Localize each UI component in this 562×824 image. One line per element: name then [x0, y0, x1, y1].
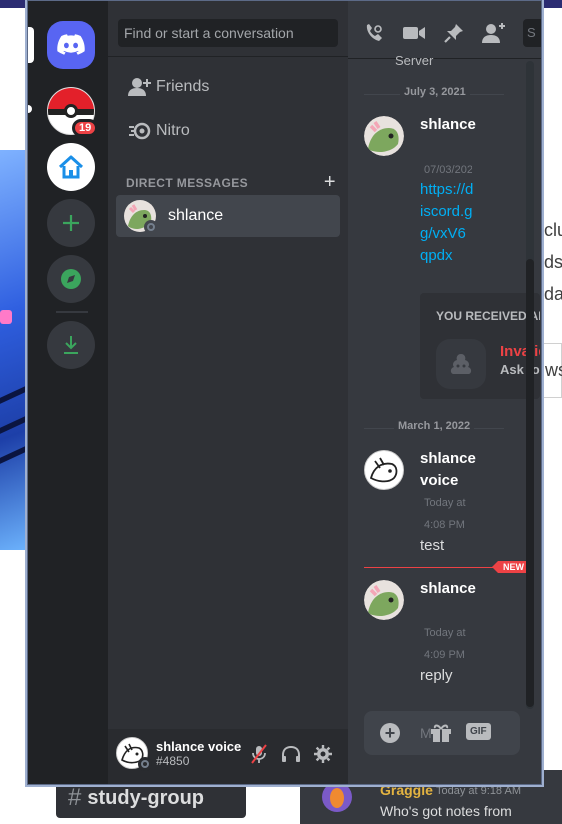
dm-sidebar: Find or start a conversation Friends Nit… [108, 1, 348, 784]
add-server-icon[interactable] [47, 199, 95, 247]
search-input[interactable]: S [523, 19, 541, 47]
mention-badge: 19 [72, 119, 99, 137]
server-list-separator [56, 311, 88, 313]
message-avatar[interactable] [364, 116, 404, 156]
house-icon[interactable] [47, 143, 95, 191]
message-author[interactable]: shlance voice [420, 448, 480, 492]
message-avatar[interactable] [364, 450, 404, 490]
date-divider: March 1, 2022 [364, 420, 504, 432]
status-offline-icon [138, 757, 152, 771]
message-text: Who's got notes from [380, 803, 512, 819]
chat-area: S Server July 3, 2021 shlance 07/03/2021… [348, 1, 541, 784]
message-composer[interactable]: + Message @shlance GIF [364, 711, 520, 755]
direct-messages-header: DIRECT MESSAGES + [126, 171, 336, 194]
discord-window: 19 Find or start a conversation Friends [27, 0, 542, 785]
message-timestamp: 07/03/2021 [424, 164, 472, 176]
nav-nitro-label: Nitro [156, 122, 190, 139]
nitro-icon [116, 121, 156, 141]
divider [108, 56, 348, 57]
gift-icon[interactable] [430, 723, 452, 743]
message-timestamp: Today at 9:18 AM [436, 785, 521, 797]
gif-button[interactable]: GIF [466, 723, 491, 740]
server-list: 19 [28, 1, 108, 784]
message-timestamp: Today at 4:08 PM [424, 497, 466, 531]
dm-item-shlance[interactable]: shlance [116, 195, 340, 237]
mute-microphone-icon[interactable] [248, 743, 270, 765]
dm-name: shlance [168, 207, 224, 224]
date-divider-label: March 1, 2022 [394, 420, 475, 432]
channel-name: study-group [87, 786, 205, 809]
friends-icon [116, 77, 156, 97]
unread-indicator [28, 105, 32, 113]
message-text: test [420, 537, 445, 554]
nav-nitro[interactable]: Nitro [116, 111, 340, 151]
invite-header: YOU RECEIVED AN INVITE [436, 309, 540, 323]
nav-friends[interactable]: Friends [116, 67, 340, 107]
invite-subtitle: Ask for a new invite! [500, 362, 540, 377]
invite-title: Invalid Invite [500, 343, 540, 360]
invite-link[interactable]: https://discord.gg/vxV6qpdx [420, 179, 474, 267]
create-dm-button[interactable]: + [324, 171, 336, 194]
background-card [540, 125, 562, 545]
message-author[interactable]: shlance [420, 114, 476, 136]
message-timestamp: Today at 4:09 PM [424, 627, 466, 661]
selected-indicator [28, 27, 34, 63]
user-name: shlance voice [156, 739, 242, 754]
pinned-messages-icon[interactable] [442, 21, 466, 45]
hash-icon: # [68, 784, 82, 811]
message-author[interactable]: shlance [420, 578, 476, 600]
background-text-2: ds [544, 252, 562, 272]
settings-gear-icon[interactable] [312, 743, 334, 765]
new-messages-badge: NEW [492, 561, 529, 573]
direct-messages-label: DIRECT MESSAGES [126, 175, 249, 190]
headphones-icon[interactable] [280, 743, 302, 765]
add-friend-to-dm-icon[interactable] [482, 21, 506, 45]
scrollbar-thumb[interactable] [526, 259, 534, 707]
discord-home-icon[interactable] [47, 21, 95, 69]
nav-friends-label: Friends [156, 78, 210, 95]
user-tag: #4850 [156, 754, 190, 768]
video-call-icon[interactable] [402, 21, 426, 45]
chat-toolbar: S [348, 1, 541, 59]
avatar [124, 200, 158, 234]
avatar [322, 782, 352, 812]
background-text-3: da [544, 284, 562, 304]
download-icon[interactable] [47, 321, 95, 369]
compass-icon[interactable] [47, 255, 95, 303]
background-text-1: clu [544, 220, 562, 240]
message-avatar[interactable] [364, 580, 404, 620]
search-conversation-input[interactable]: Find or start a conversation [118, 19, 338, 47]
date-divider: July 3, 2021 [364, 86, 504, 98]
date-divider-label: July 3, 2021 [400, 86, 470, 98]
message-text: reply [420, 667, 453, 684]
user-panel: shlance voice #4850 [108, 729, 348, 784]
upload-plus-icon[interactable]: + [380, 723, 400, 743]
invite-server-icon [436, 339, 486, 389]
server-text-fragment: Server [395, 53, 434, 68]
status-offline-icon [144, 220, 158, 234]
invite-embed: YOU RECEIVED AN INVITE Invalid Invite As… [420, 293, 540, 399]
voice-call-icon[interactable] [362, 21, 386, 45]
